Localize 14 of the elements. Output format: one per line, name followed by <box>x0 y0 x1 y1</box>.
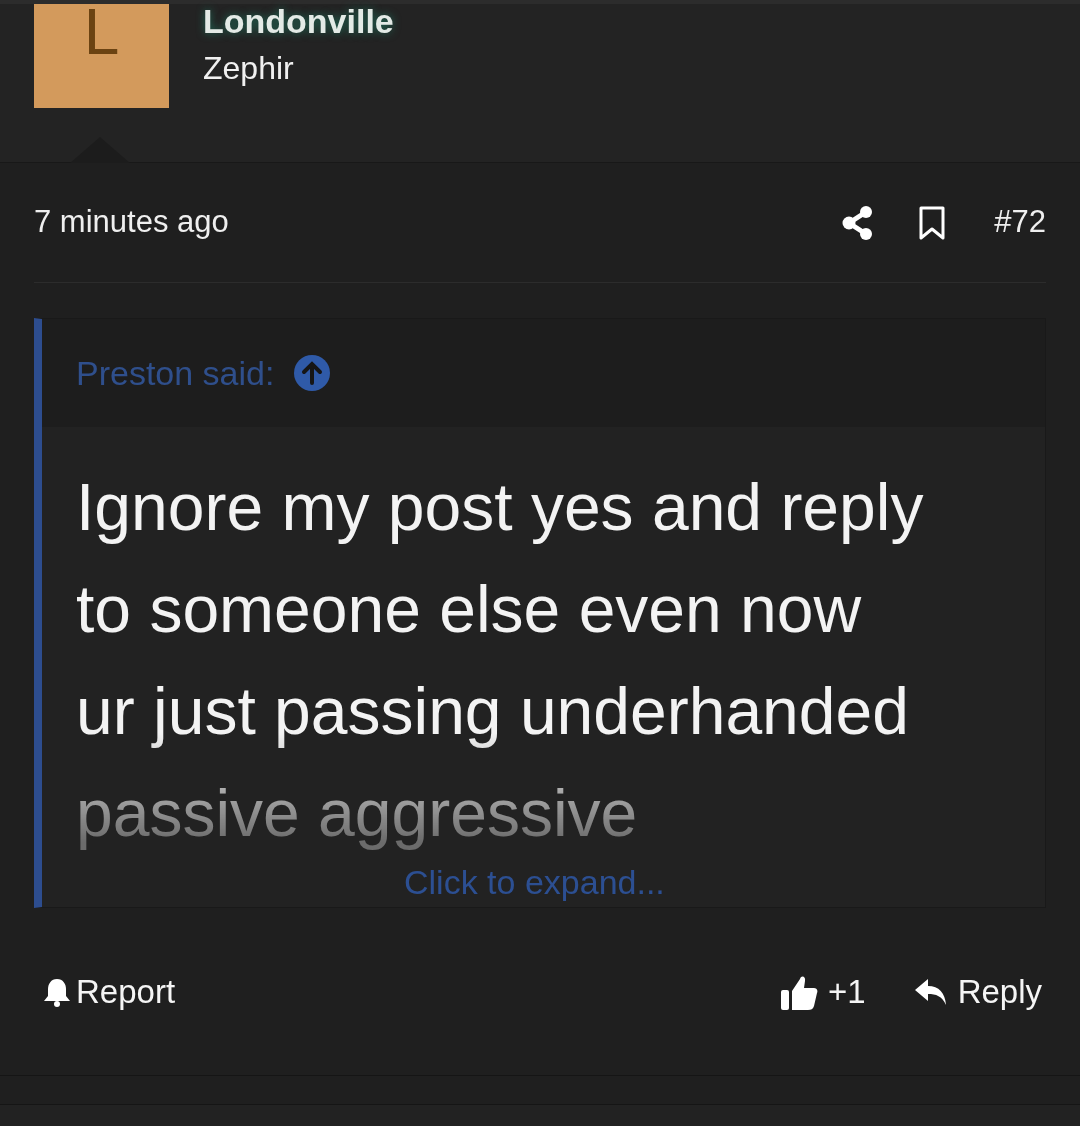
like-button[interactable]: +1 <box>780 966 866 1017</box>
post-number[interactable]: #72 <box>994 199 1046 246</box>
report-button[interactable]: Report <box>42 966 176 1017</box>
reply-button[interactable]: Reply <box>913 966 1042 1017</box>
arrow-up-icon[interactable] <box>294 355 331 391</box>
reply-arrow-icon <box>913 976 948 1007</box>
quote-text: Ignore my post yes and reply to someone else even now ur just passing underhanded passive aggressive <box>75 469 925 852</box>
bookmark-icon[interactable] <box>918 204 947 241</box>
share-icon[interactable] <box>842 205 875 240</box>
user-title: Zephir <box>203 49 295 88</box>
username[interactable]: Londonville <box>203 2 394 40</box>
avatar-letter: L <box>83 0 120 64</box>
bell-icon <box>42 976 72 1007</box>
post-time[interactable]: 7 minutes ago <box>34 199 229 246</box>
